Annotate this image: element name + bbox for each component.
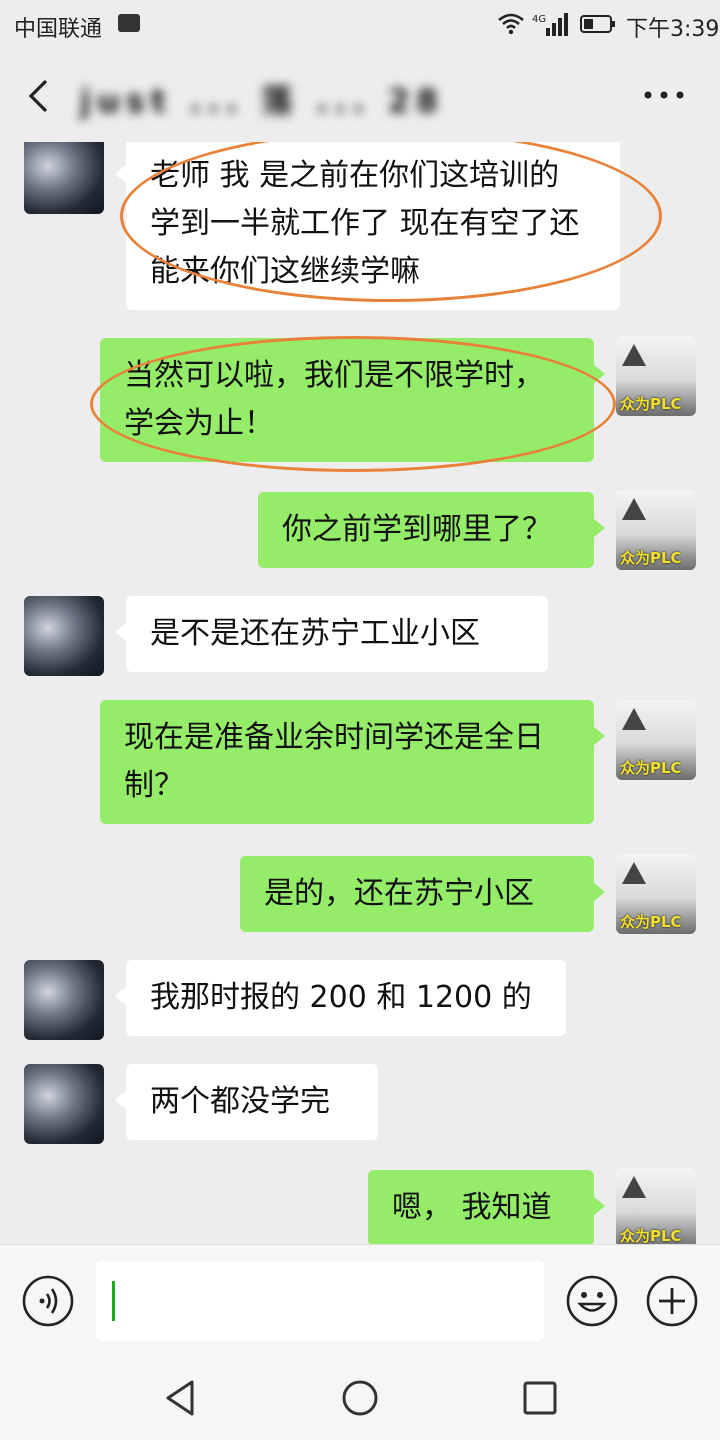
- contact-avatar[interactable]: [24, 596, 104, 676]
- avatar-brand-label: 众为PLC: [620, 549, 682, 567]
- contact-avatar[interactable]: [24, 1064, 104, 1144]
- chat-header: just ... 落 ... 28: [0, 50, 720, 142]
- avatar-brand-label: 众为PLC: [620, 759, 682, 777]
- building-icon: [622, 1176, 646, 1198]
- message-bubble[interactable]: 现在是准备业余时间学还是全日制？: [100, 700, 605, 824]
- avatar-brand-label: 众为PLC: [620, 913, 682, 931]
- message-bubble[interactable]: 嗯， 我知道: [368, 1170, 605, 1244]
- self-avatar[interactable]: 众为PLC: [616, 336, 696, 416]
- composer-bar: [0, 1244, 720, 1357]
- clock: 下午3:39: [626, 17, 720, 42]
- nav-back-icon[interactable]: [160, 1378, 200, 1418]
- message-bubble[interactable]: 我那时报的 200 和 1200 的: [115, 960, 566, 1036]
- message-bubble[interactable]: 是不是还在苏宁工业小区: [115, 596, 548, 672]
- message-input[interactable]: [96, 1261, 544, 1341]
- battery-icon: [580, 15, 615, 33]
- contact-avatar[interactable]: [24, 960, 104, 1040]
- avatar-brand-label: 众为PLC: [620, 1227, 682, 1244]
- building-icon: [622, 708, 646, 730]
- chat-message-list[interactable]: 老师 我 是之前在你们这培训的 学到一半就工作了 现在有空了还能来你们这继续学嘛…: [0, 142, 720, 1244]
- message-bubble[interactable]: 是的，还在苏宁小区: [240, 856, 605, 932]
- message-bubble[interactable]: 当然可以啦，我们是不限学时，学会为止！: [100, 338, 605, 462]
- voice-icon[interactable]: [22, 1275, 74, 1327]
- chat-title: just ... 落 ... 28: [80, 82, 445, 120]
- self-avatar[interactable]: 众为PLC: [616, 700, 696, 780]
- building-icon: [622, 498, 646, 520]
- nav-home-icon[interactable]: [340, 1378, 380, 1418]
- self-avatar[interactable]: 众为PLC: [616, 1168, 696, 1244]
- contact-avatar[interactable]: [24, 142, 104, 214]
- back-chevron-icon[interactable]: [24, 78, 54, 114]
- network-label: 4G: [532, 14, 546, 25]
- wifi-icon: [498, 13, 524, 35]
- system-nav-bar: [0, 1356, 720, 1440]
- signal-icon: 4G: [532, 13, 568, 36]
- avatar-brand-label: 众为PLC: [620, 395, 682, 413]
- building-icon: [622, 862, 646, 884]
- plus-icon[interactable]: [646, 1275, 698, 1327]
- more-dots-icon[interactable]: [640, 80, 688, 110]
- building-icon: [622, 344, 646, 366]
- self-avatar[interactable]: 众为PLC: [616, 854, 696, 934]
- emoji-icon[interactable]: [566, 1275, 618, 1327]
- self-avatar[interactable]: 众为PLC: [616, 490, 696, 570]
- text-caret: [112, 1281, 115, 1321]
- gallery-icon: [118, 14, 140, 32]
- message-bubble[interactable]: 你之前学到哪里了？: [258, 492, 605, 568]
- nav-recent-icon[interactable]: [522, 1380, 558, 1416]
- status-bar: 中国联通 4G 下午3:39: [0, 0, 720, 50]
- message-bubble[interactable]: 老师 我 是之前在你们这培训的 学到一半就工作了 现在有空了还能来你们这继续学嘛: [115, 142, 620, 310]
- message-bubble[interactable]: 两个都没学完: [115, 1064, 378, 1140]
- carrier-label: 中国联通: [14, 17, 103, 42]
